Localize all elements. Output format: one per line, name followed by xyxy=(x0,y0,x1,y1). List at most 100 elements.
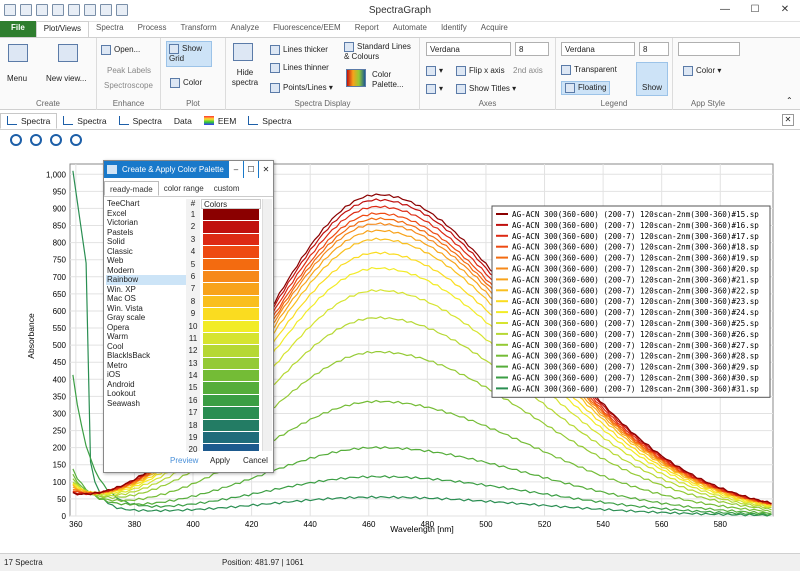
dialog-maximize-button[interactable]: ☐ xyxy=(244,161,258,178)
tab-acquire[interactable]: Acquire xyxy=(474,21,515,37)
color-swatch[interactable] xyxy=(203,382,259,395)
second-axis-button[interactable]: 2nd axis xyxy=(513,66,543,75)
tab-report[interactable]: Report xyxy=(348,21,386,37)
legend-font-size-select[interactable]: 8 xyxy=(639,42,669,56)
tab-fluorescence-eem[interactable]: Fluorescence/EEM xyxy=(266,21,348,37)
palette-item[interactable]: Pastels xyxy=(106,228,186,238)
color-swatch[interactable] xyxy=(203,209,259,222)
doc-tab-spectra-3[interactable]: Spectra xyxy=(113,114,168,128)
palette-item[interactable]: Metro xyxy=(106,361,186,371)
lines-thinner-button[interactable]: Lines thinner xyxy=(270,63,329,73)
open-button[interactable]: Open... xyxy=(101,45,140,55)
color-swatch[interactable] xyxy=(203,419,259,433)
color-swatch[interactable] xyxy=(203,233,259,247)
minimize-button[interactable]: — xyxy=(710,0,740,20)
palette-item[interactable]: Gray scale xyxy=(106,313,186,323)
palette-item[interactable]: Mac OS xyxy=(106,294,186,304)
color-swatch[interactable] xyxy=(203,320,259,333)
palette-scrollbar[interactable] xyxy=(262,199,272,451)
tab-identify[interactable]: Identify xyxy=(434,21,474,37)
palette-item[interactable]: Classic xyxy=(106,247,186,257)
color-swatch[interactable] xyxy=(203,394,259,408)
show-legend-button[interactable]: Show xyxy=(636,62,668,96)
collapse-ribbon-icon[interactable]: ⌃ xyxy=(786,96,793,105)
color-swatch[interactable] xyxy=(203,345,259,358)
color-swatch[interactable] xyxy=(203,221,259,234)
color-swatch[interactable] xyxy=(203,283,259,296)
dialog-minimize-button[interactable]: – xyxy=(229,161,243,178)
color-palette-button[interactable]: Color Palette... xyxy=(372,70,416,90)
palette-item[interactable]: Web xyxy=(106,256,186,266)
tab-custom[interactable]: custom xyxy=(209,181,245,196)
palette-item[interactable]: Seawash xyxy=(106,399,186,409)
tab-ready-made[interactable]: ready-made xyxy=(104,181,159,196)
doc-tab-data[interactable]: Data xyxy=(168,114,198,128)
doc-tab-spectra-1[interactable]: Spectra xyxy=(0,112,58,129)
standard-lines-button[interactable]: Standard Lines & Colours xyxy=(344,42,414,62)
axes-scale-icon[interactable]: ▾ xyxy=(426,84,443,94)
color-swatch[interactable] xyxy=(203,270,259,284)
color-swatch[interactable] xyxy=(203,407,259,420)
axes-font-select[interactable]: Verdana xyxy=(426,42,511,56)
color-swatch[interactable] xyxy=(203,308,259,321)
color-swatch[interactable] xyxy=(203,332,259,346)
close-tab-icon[interactable]: ✕ xyxy=(782,114,794,126)
new-view-button[interactable]: New view... xyxy=(46,74,86,83)
tab-analyze[interactable]: Analyze xyxy=(224,21,266,37)
zoom-fit-icon[interactable] xyxy=(70,134,82,146)
tab-process[interactable]: Process xyxy=(131,21,174,37)
palette-item[interactable]: BlacklsBack xyxy=(106,351,186,361)
palette-item[interactable]: TeeChart xyxy=(106,199,186,209)
legend-font-select[interactable]: Verdana xyxy=(561,42,635,56)
chart-legend[interactable]: AG-ACN 300(360-600) (200-7) 120scan-2nm(… xyxy=(491,205,771,398)
zoom-in-icon[interactable] xyxy=(10,134,22,146)
dialog-title-bar[interactable]: Create & Apply Color Palette – ☐ ✕ xyxy=(104,161,273,178)
tab-automate[interactable]: Automate xyxy=(386,21,434,37)
dialog-close-button[interactable]: ✕ xyxy=(259,161,273,178)
color-swatch[interactable] xyxy=(203,432,259,445)
plot-color-button[interactable]: Color xyxy=(170,78,202,88)
axes-font-size-select[interactable]: 8 xyxy=(515,42,549,56)
tab-color-range[interactable]: color range xyxy=(159,181,209,196)
axes-align-icon[interactable]: ▾ xyxy=(426,66,443,76)
color-swatch[interactable] xyxy=(203,444,259,451)
show-grid-button[interactable]: Show Grid xyxy=(166,41,212,67)
palette-item[interactable]: Excel xyxy=(106,209,186,219)
palette-item[interactable]: Win. Vista xyxy=(106,304,186,314)
palette-item[interactable]: Lookout xyxy=(106,389,186,399)
preview-button[interactable]: Preview xyxy=(170,456,198,465)
spectroscope-button[interactable]: Spectroscope xyxy=(104,81,153,90)
palette-item[interactable]: Warm xyxy=(106,332,186,342)
doc-tab-eem[interactable]: EEM xyxy=(198,114,242,128)
show-titles-button[interactable]: Show Titles ▾ xyxy=(456,84,516,94)
apply-button[interactable]: Apply xyxy=(210,456,230,465)
color-swatch[interactable] xyxy=(203,258,259,271)
tab-spectra[interactable]: Spectra xyxy=(89,21,131,37)
cancel-button[interactable]: Cancel xyxy=(243,456,268,465)
palette-item[interactable]: Opera xyxy=(106,323,186,333)
tab-plot-views[interactable]: Plot/Views xyxy=(35,21,89,37)
palette-item[interactable]: Rainbow xyxy=(106,275,186,285)
app-color-button[interactable]: Color ▾ xyxy=(683,66,721,76)
floating-button[interactable]: Floating xyxy=(561,81,611,95)
transparent-button[interactable]: Transparent xyxy=(561,65,617,75)
zoom-out-icon[interactable] xyxy=(30,134,42,146)
color-swatch[interactable] xyxy=(203,357,259,371)
peak-labels-button[interactable]: Peak Labels xyxy=(107,66,151,75)
palette-item[interactable]: Victorian xyxy=(106,218,186,228)
palette-item[interactable]: Android xyxy=(106,380,186,390)
lines-thicker-button[interactable]: Lines thicker xyxy=(270,45,328,55)
doc-tab-spectra-4[interactable]: Spectra xyxy=(242,114,297,128)
maximize-button[interactable]: ☐ xyxy=(740,0,770,20)
palette-item[interactable]: iOS xyxy=(106,370,186,380)
palette-item[interactable]: Cool xyxy=(106,342,186,352)
flip-x-axis-button[interactable]: Flip x axis xyxy=(456,66,505,76)
color-swatch[interactable] xyxy=(203,295,259,309)
tab-file[interactable]: File xyxy=(0,21,36,37)
palette-item[interactable]: Win. XP xyxy=(106,285,186,295)
menu-button[interactable]: Menu xyxy=(7,74,27,83)
color-swatch[interactable] xyxy=(203,370,259,383)
hide-spectra-button[interactable]: Hide spectra xyxy=(230,68,260,88)
points-lines-button[interactable]: Points/Lines ▾ xyxy=(270,83,333,93)
doc-tab-spectra-2[interactable]: Spectra xyxy=(57,114,112,128)
